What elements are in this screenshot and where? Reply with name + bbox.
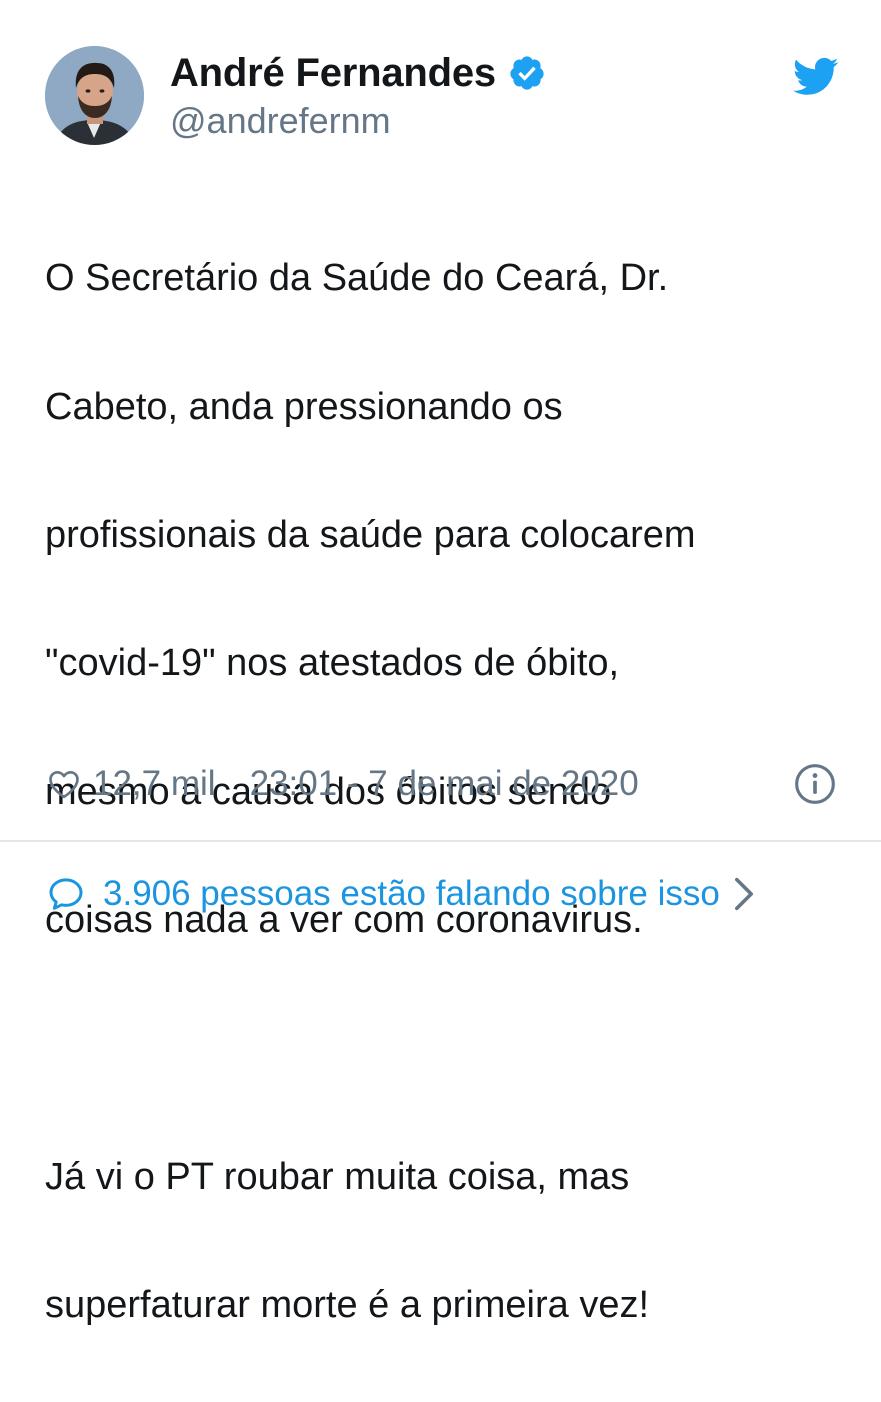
like-count[interactable]: 12,7 mil [93,764,216,804]
tweet-text-line: superfaturar morte é a primeira vez! [45,1284,650,1327]
verified-badge-icon [510,56,544,90]
tweet-text-line: O Secretário da Saúde do Ceará, Dr. [45,257,669,300]
tweet-meta-row: 12,7 mil 23:01 - 7 de mai de 2020 [45,756,845,812]
avatar[interactable] [45,46,144,145]
divider [0,840,881,842]
conversation-link[interactable]: 3.906 pessoas estão falando sobre isso [45,866,845,922]
tweet-timestamp[interactable]: 23:01 - 7 de mai de 2020 [250,764,639,804]
conversation-label[interactable]: 3.906 pessoas estão falando sobre isso [103,874,720,914]
tweet-text-line: profissionais da saúde para colocarem [45,514,696,557]
author-display-name[interactable]: André Fernandes [170,51,496,96]
chat-bubble-icon [49,878,83,910]
author-name-row[interactable]: André Fernandes [170,48,546,98]
twitter-bird-icon[interactable] [793,57,839,97]
chevron-right-icon [734,877,753,911]
info-icon[interactable] [793,762,837,806]
tweet-text-line: Já vi o PT roubar muita coisa, mas [45,1156,630,1199]
heart-icon[interactable] [45,766,83,802]
author-handle[interactable]: @andrefernm [170,100,391,142]
tweet-text-line: "covid-19" nos atestados de óbito, [45,642,620,685]
tweet-text-line: Cabeto, anda pressionando os [45,385,563,428]
tweet-card: André Fernandes @andrefernm O Secretário… [0,0,881,1326]
